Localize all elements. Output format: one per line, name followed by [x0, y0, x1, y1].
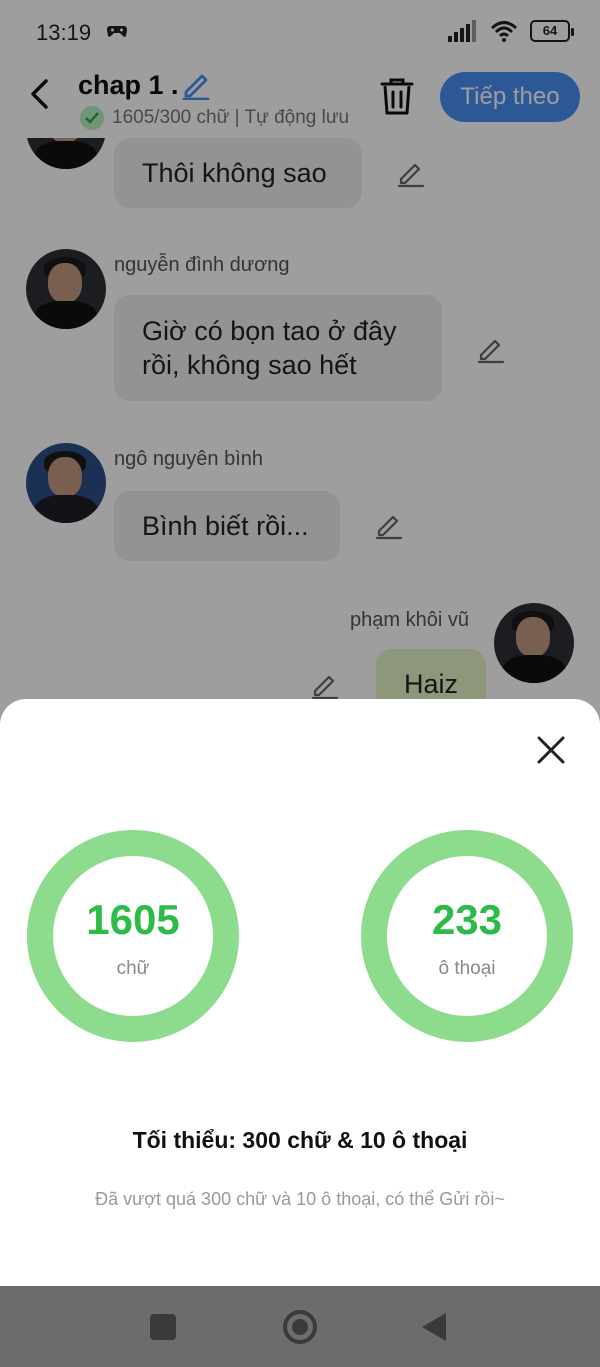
back-triangle-icon[interactable]: [420, 1311, 448, 1343]
word-count-value: 1605: [86, 896, 180, 943]
home-button[interactable]: [282, 1309, 318, 1345]
dialogue-count-label: ô thoại: [438, 958, 496, 979]
word-count-ring: 1605 chữ: [27, 830, 239, 1042]
close-icon[interactable]: [534, 733, 568, 767]
dialogue-count-ring: 233 ô thoại: [361, 830, 573, 1042]
word-count-label: chữ: [116, 958, 150, 979]
minimum-requirement: Tối thiểu: 300 chữ & 10 ô thoại: [132, 1127, 468, 1153]
recents-button[interactable]: [150, 1314, 176, 1340]
dialogue-count-value: 233: [431, 896, 503, 943]
stats-bottom-sheet: 1605 chữ 233 ô thoại Tối thiểu: 300 chữ …: [0, 699, 600, 1286]
requirement-hint: Đã vượt quá 300 chữ và 10 ô thoại, có th…: [95, 1189, 505, 1209]
system-nav-bar: [0, 1286, 600, 1367]
